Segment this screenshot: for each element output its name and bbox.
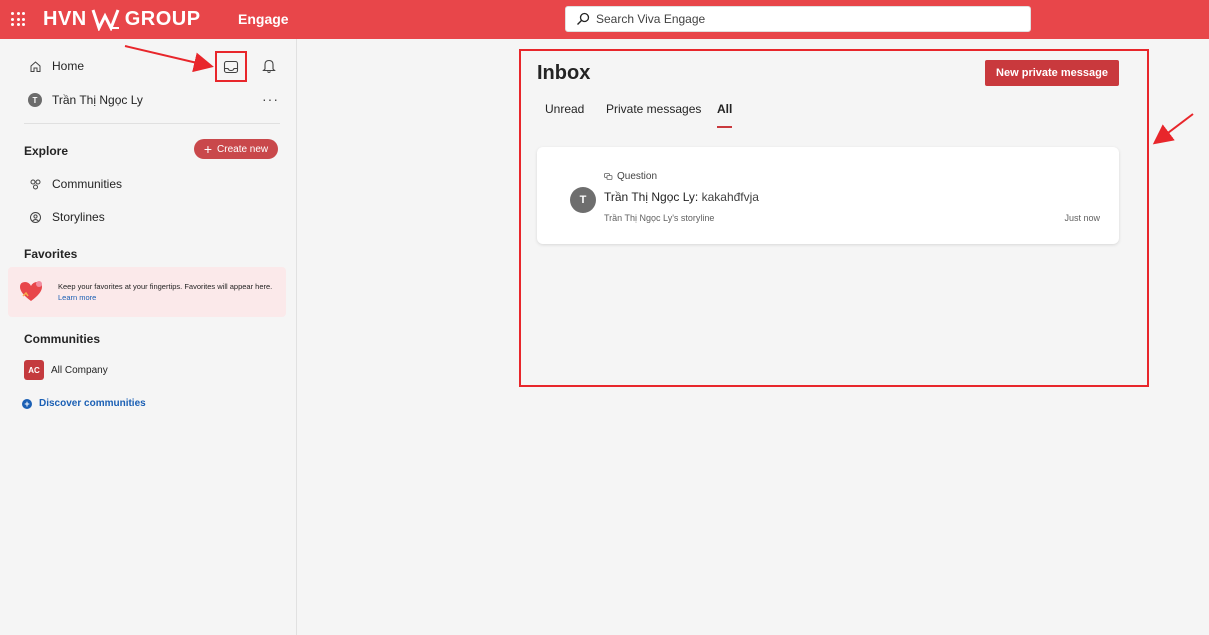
user-name: Trần Thị Ngọc Ly [52,93,143,107]
inbox-button[interactable] [215,51,247,82]
brand-left: HVN [43,7,87,30]
logo-mark-icon [91,9,120,31]
tab-private-messages[interactable]: Private messages [606,102,701,116]
favorites-description: Keep your favorites at your fingertips. … [58,282,273,291]
home-icon [28,59,42,73]
arrow-to-inbox-panel [1152,113,1194,145]
app-name[interactable]: Engage [238,11,289,27]
message-timestamp: Just now [1064,213,1100,223]
search-placeholder: Search Viva Engage [596,12,706,26]
favorites-title: Favorites [24,247,78,261]
communities-title: Communities [24,332,101,346]
message-type: Question [604,171,657,182]
home-label: Home [52,59,85,73]
page-title: Inbox [537,62,591,84]
plus-icon: + [203,141,213,157]
avatar: T [570,187,596,213]
discover-communities-link[interactable]: + Discover communities [22,398,146,409]
favorites-text: Keep your favorites at your fingertips. … [58,281,280,303]
sidebar-item-communities[interactable]: Communities [28,177,122,191]
favorites-card: Keep your favorites at your fingertips. … [8,267,286,317]
search-input[interactable]: Search Viva Engage [565,6,1031,32]
message-source[interactable]: Trần Thị Ngọc Ly's storyline [604,213,714,223]
top-bar: HVN GROUP Engage Search Viva Engage [0,0,1209,39]
more-options-button[interactable]: ··· [262,91,279,107]
message-author: Trần Thị Ngọc Ly: [604,190,699,204]
learn-more-link[interactable]: Learn more [58,293,96,302]
community-item-all-company[interactable]: AC All Company [24,360,108,380]
heart-icon [20,281,42,301]
list-item[interactable]: Question T Trần Thị Ngọc Ly: kakahđfvja … [537,147,1119,244]
sidebar-item-storylines[interactable]: Storylines [28,210,105,224]
communities-label: Communities [52,177,123,191]
storylines-label: Storylines [52,210,105,224]
message-body: kakahđfvja [701,190,759,204]
message-type-label: Question [617,171,658,182]
inbox-icon [223,60,239,73]
active-tab-indicator [717,126,732,128]
brand-logo[interactable]: HVN GROUP [43,7,201,31]
tab-all[interactable]: All [717,102,732,116]
community-badge: AC [24,360,44,380]
discover-label: Discover communities [39,398,146,409]
sidebar-item-profile[interactable]: T Trần Thị Ngọc Ly [28,93,143,107]
bell-icon [262,59,276,74]
storylines-icon [28,210,42,224]
search-icon [577,12,590,25]
tab-unread[interactable]: Unread [545,102,584,116]
message-line: Trần Thị Ngọc Ly: kakahđfvja [604,190,759,204]
explore-title: Explore [24,144,69,158]
sidebar: Home T Trần Thị Ngọc Ly ··· Explore + Cr… [0,39,297,635]
brand-right: GROUP [124,7,201,30]
notifications-button[interactable] [262,58,276,74]
communities-icon [28,177,42,191]
question-icon [604,173,613,180]
sidebar-item-home[interactable]: Home [28,59,84,73]
community-name: All Company [51,364,108,376]
compass-icon: + [22,398,32,409]
create-new-button[interactable]: + Create new [194,139,278,159]
divider [24,123,280,124]
new-private-message-button[interactable]: New private message [985,60,1119,86]
waffle-icon[interactable] [11,12,25,26]
create-new-label: Create new [217,143,269,155]
avatar: T [28,93,42,107]
